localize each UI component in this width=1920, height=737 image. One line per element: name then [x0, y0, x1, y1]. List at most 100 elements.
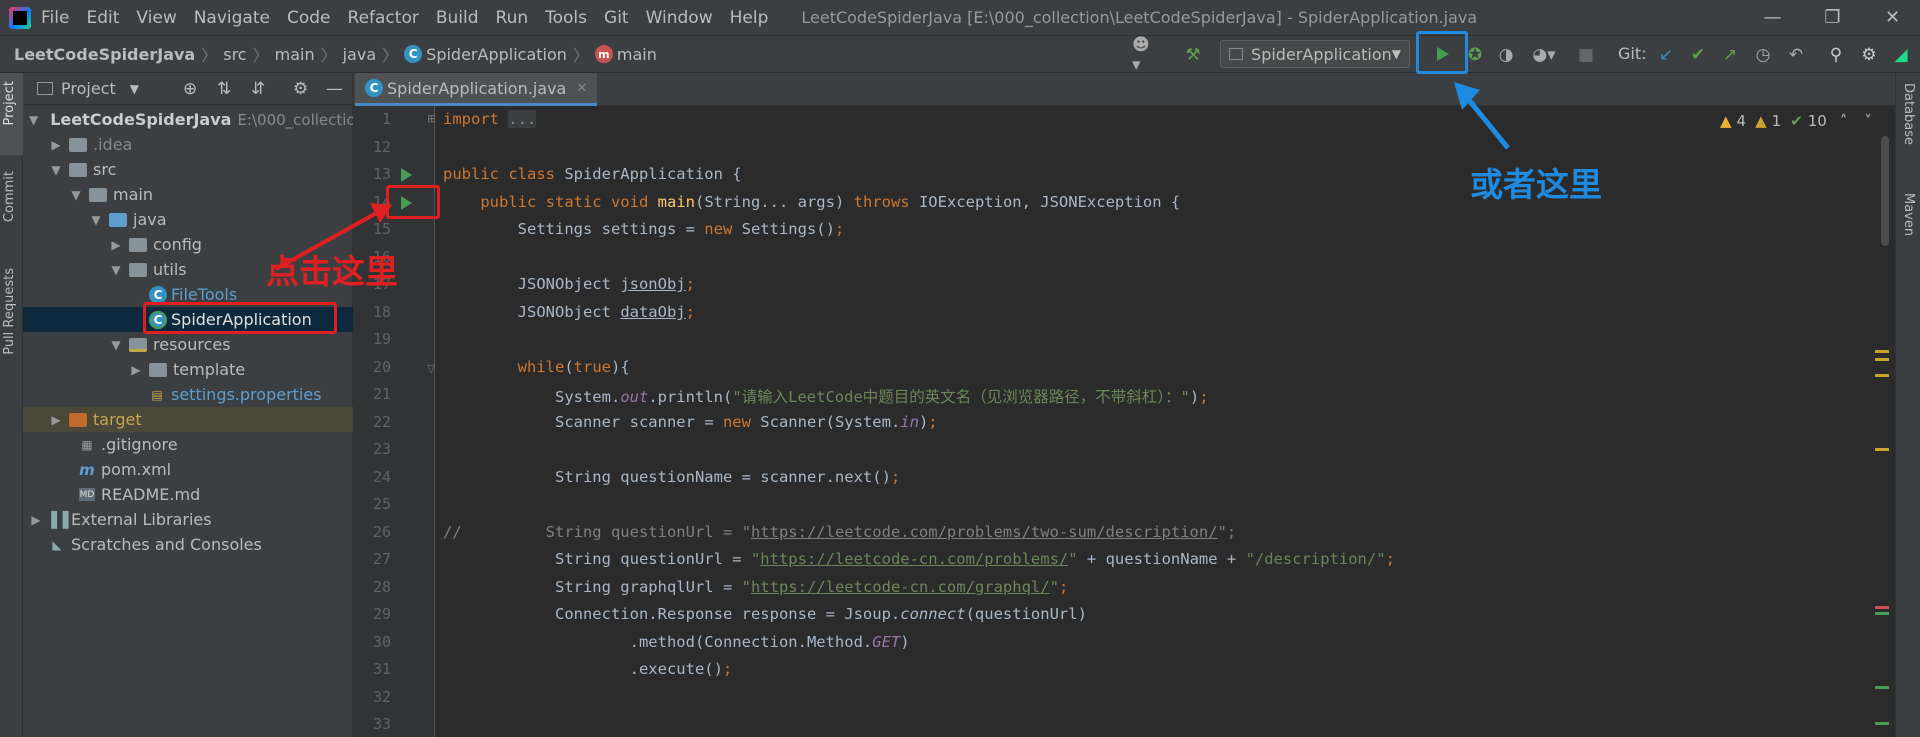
package-icon — [129, 237, 147, 252]
code-line: .execute(); — [443, 660, 733, 678]
run-class-gutter-icon[interactable] — [401, 168, 412, 182]
code-line: Settings settings = new Settings(); — [443, 220, 845, 238]
chevron-down-icon[interactable]: ▼ — [29, 113, 38, 127]
code-line: .method(Connection.Method.GET) — [443, 633, 910, 651]
breadcrumb-label: main — [616, 44, 657, 64]
coverage-icon[interactable]: ◑ — [1495, 44, 1517, 66]
settings-gear-icon[interactable]: ⚙ — [1858, 44, 1880, 66]
menu-navigate[interactable]: Navigate — [194, 8, 270, 28]
locate-icon[interactable]: ⊕ — [183, 79, 197, 99]
run-config-label: SpiderApplication — [1251, 44, 1392, 64]
chevron-down-icon[interactable]: ▼ — [130, 82, 139, 96]
chevron-down-icon[interactable]: ˅ — [1864, 112, 1872, 130]
tool-tab-maven[interactable]: Maven — [1901, 193, 1916, 236]
profile-icon[interactable]: ◕▾ — [1528, 44, 1560, 66]
breadcrumb-java[interactable]: java — [343, 45, 377, 64]
change-marker[interactable] — [1875, 686, 1889, 689]
libraries-icon: ▐▐ — [45, 510, 69, 529]
git-commit-icon[interactable]: ✔ — [1687, 44, 1709, 66]
menu-window[interactable]: Window — [646, 8, 713, 28]
tree-item-scratches[interactable]: ◣ Scratches and Consoles — [23, 532, 353, 557]
tree-item-target[interactable]: ▶ target — [23, 407, 353, 432]
close-tab-icon[interactable]: ✕ — [576, 81, 587, 96]
menu-run[interactable]: Run — [496, 8, 529, 28]
warning-marker[interactable] — [1875, 448, 1889, 451]
folder-icon — [69, 137, 87, 152]
inspection-widget[interactable]: ▲ 4 ▲ 1 ✔ 10 ˄ ˅ — [1720, 112, 1872, 130]
history-icon[interactable]: ◷ — [1752, 44, 1774, 66]
menu-git[interactable]: Git — [604, 8, 629, 28]
run-configuration-select[interactable]: SpiderApplication ▼ — [1220, 40, 1410, 68]
menu-build[interactable]: Build — [436, 8, 479, 28]
tree-item-idea[interactable]: ▶ .idea — [23, 132, 353, 157]
chevron-right-icon[interactable]: ▶ — [49, 413, 63, 427]
menu-file[interactable]: File — [41, 8, 69, 28]
breadcrumb-main[interactable]: main — [275, 45, 315, 64]
tree-item-template[interactable]: ▶ template — [23, 357, 353, 382]
gear-icon[interactable]: ⚙ — [293, 79, 308, 99]
error-stripe[interactable] — [1875, 106, 1895, 737]
change-marker[interactable] — [1875, 612, 1889, 615]
git-update-icon[interactable]: ↙ — [1655, 44, 1677, 66]
menu-code[interactable]: Code — [287, 8, 331, 28]
rollback-icon[interactable]: ↶ — [1785, 44, 1807, 66]
breadcrumb-method[interactable]: m main — [594, 44, 657, 64]
warning-marker[interactable] — [1875, 350, 1889, 353]
tool-tab-database[interactable]: Database — [1901, 83, 1916, 145]
breadcrumb-project[interactable]: LeetCodeSpiderJava — [14, 45, 195, 64]
code-line: Scanner scanner = new Scanner(System.in)… — [443, 413, 938, 431]
change-marker[interactable] — [1875, 722, 1889, 725]
tree-item-settings-properties[interactable]: ▤ settings.properties — [23, 382, 353, 407]
menu-help[interactable]: Help — [730, 8, 769, 28]
tool-tab-commit[interactable]: Commit — [2, 171, 17, 222]
chevron-down-icon[interactable]: ▼ — [109, 338, 123, 352]
tree-item-project-root[interactable]: ▼ LeetCodeSpiderJava E:\000_collectio — [23, 107, 356, 132]
build-hammer-icon[interactable]: ⚒ — [1182, 44, 1204, 66]
warning-marker[interactable] — [1875, 358, 1889, 361]
git-push-icon[interactable]: ↗ — [1719, 44, 1741, 66]
tree-item-pom[interactable]: m pom.xml — [23, 457, 353, 482]
breadcrumb-src[interactable]: src — [223, 45, 246, 64]
user-icon[interactable]: ☻▾ — [1132, 35, 1154, 75]
scrollbar-thumb[interactable] — [1881, 136, 1889, 246]
tree-item-external-libraries[interactable]: ▶ ▐▐ External Libraries — [23, 507, 353, 532]
chevron-right-icon[interactable]: ▶ — [109, 238, 123, 252]
collapse-all-icon[interactable]: ⇵ — [251, 79, 265, 99]
editor-tab-spiderapplication[interactable]: C SpiderApplication.java ✕ — [355, 73, 598, 106]
warning-marker[interactable] — [1875, 374, 1889, 377]
chevron-right-icon[interactable]: ▶ — [49, 138, 63, 152]
code-with-me-icon[interactable]: ◢ — [1890, 44, 1912, 66]
chevron-right-icon[interactable]: ▶ — [129, 363, 143, 377]
excluded-folder-icon — [69, 412, 87, 427]
stop-icon[interactable]: ■ — [1575, 44, 1597, 66]
chevron-right-icon[interactable]: ▶ — [29, 513, 43, 527]
project-panel-header: Project ▼ ⊕ ⇅ ⇵ ⚙ — — [23, 73, 353, 105]
menu-view[interactable]: View — [136, 8, 176, 28]
minimize-icon[interactable]: — — [1745, 0, 1800, 35]
tree-item-readme[interactable]: MD README.md — [23, 482, 353, 507]
restore-icon[interactable]: ❐ — [1805, 0, 1860, 35]
breadcrumb-class[interactable]: C SpiderApplication — [404, 45, 567, 64]
close-icon[interactable]: ✕ — [1865, 0, 1920, 35]
chevron-down-icon[interactable]: ▼ — [109, 263, 123, 277]
project-panel-title[interactable]: Project — [61, 79, 116, 98]
chevron-down-icon[interactable]: ▼ — [69, 188, 83, 202]
menu-edit[interactable]: Edit — [86, 8, 119, 28]
menu-tools[interactable]: Tools — [545, 8, 587, 28]
menu-refactor[interactable]: Refactor — [348, 8, 419, 28]
tree-item-src[interactable]: ▼ src — [23, 157, 353, 182]
chevron-up-icon[interactable]: ˄ — [1840, 112, 1848, 130]
tool-tab-project[interactable]: Project — [2, 81, 17, 125]
line-number: 13 — [372, 165, 391, 183]
hide-panel-icon[interactable]: — — [326, 79, 343, 99]
search-icon[interactable]: ⚲ — [1825, 44, 1847, 66]
code-editor[interactable]: import ... public class SpiderApplicatio… — [435, 106, 1875, 737]
expand-all-icon[interactable]: ⇅ — [217, 79, 231, 99]
tree-item-gitignore[interactable]: ▦ .gitignore — [23, 432, 353, 457]
git-label: Git: — [1618, 44, 1647, 63]
tree-item-resources[interactable]: ▼ resources — [23, 332, 353, 357]
chevron-down-icon[interactable]: ▼ — [89, 213, 103, 227]
tool-tab-pull-requests[interactable]: Pull Requests — [2, 268, 17, 355]
change-marker[interactable] — [1875, 606, 1889, 609]
chevron-down-icon[interactable]: ▼ — [49, 163, 63, 177]
